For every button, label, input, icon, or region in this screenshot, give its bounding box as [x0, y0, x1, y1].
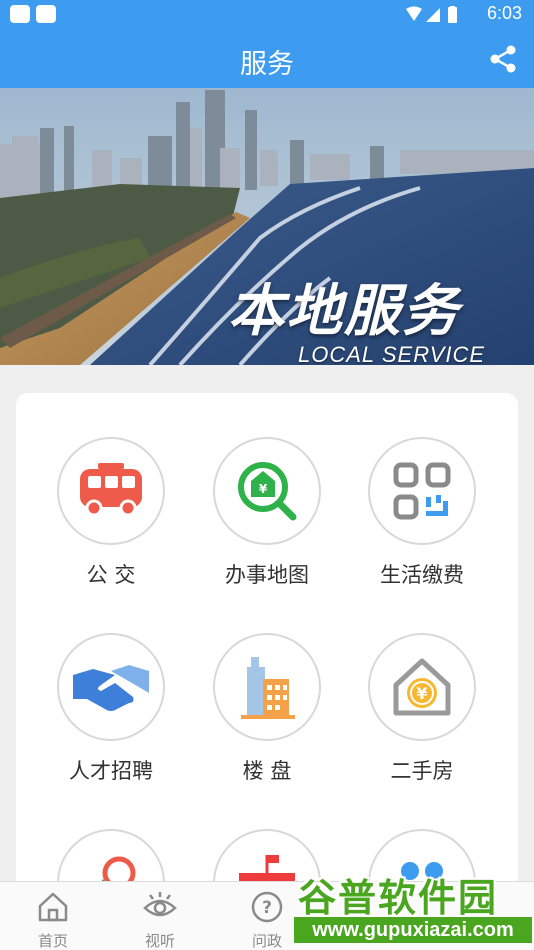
service-icon-circle	[57, 437, 165, 545]
nav-item-home[interactable]: 首页	[18, 890, 88, 950]
service-label: 二手房	[390, 759, 454, 783]
service-icon-circle: ¥	[368, 633, 476, 741]
wifi-icon	[406, 6, 422, 21]
service-second-hand-house[interactable]: ¥ 二手房	[347, 633, 497, 785]
nav-label: 视听	[144, 932, 175, 950]
status-bar: 6:03	[0, 0, 534, 30]
building-icon	[241, 657, 295, 719]
notification-icon	[36, 5, 56, 23]
service-label: 公 交	[86, 563, 136, 587]
signal-icon	[426, 8, 440, 22]
service-life-payment[interactable]: 生活缴费	[347, 437, 497, 589]
service-icon-circle	[57, 633, 165, 741]
clock: 6:03	[486, 3, 522, 23]
banner-subtitle: LOCAL SERVICE	[298, 342, 486, 365]
svg-text:¥: ¥	[259, 482, 268, 496]
battery-icon	[448, 7, 457, 23]
share-icon[interactable]	[488, 44, 518, 74]
service-label: 楼 盘	[242, 759, 292, 783]
watermark: 谷普软件园 www.gupuxiazai.com	[292, 867, 534, 947]
svg-text:?: ?	[262, 898, 272, 918]
eye-icon	[143, 892, 177, 917]
home-icon	[38, 892, 68, 922]
service-label: 办事地图	[225, 563, 309, 587]
service-icon-circle: ¥	[213, 437, 321, 545]
notification-icon	[10, 5, 30, 23]
service-office-map[interactable]: ¥ 办事地图	[192, 437, 342, 589]
map-search-icon: ¥	[238, 462, 297, 521]
svg-text:¥: ¥	[416, 684, 427, 703]
bus-icon	[80, 463, 142, 517]
system-status-icons	[406, 6, 457, 23]
service-label: 人才招聘	[69, 759, 153, 783]
service-talent-recruit[interactable]: 人才招聘	[36, 633, 186, 785]
watermark-title: 谷普软件园	[298, 876, 499, 920]
banner-title: 本地服务	[228, 278, 460, 344]
service-bus[interactable]: 公 交	[36, 437, 186, 589]
page-title: 服务	[240, 49, 294, 80]
handshake-icon	[73, 665, 149, 711]
question-icon: ?	[251, 891, 283, 923]
nav-item-audiovisual[interactable]: 视听	[125, 890, 195, 950]
service-icon-circle	[213, 633, 321, 741]
service-real-estate[interactable]: 楼 盘	[192, 633, 342, 785]
app-bar: 服务	[0, 30, 534, 88]
nav-label: 首页	[37, 932, 68, 950]
qr-payment-icon	[393, 462, 451, 520]
banner-image[interactable]: 本地服务 LOCAL SERVICE	[0, 88, 534, 365]
service-label: 生活缴费	[380, 563, 464, 587]
service-icon-circle	[368, 437, 476, 545]
house-coin-icon: ¥	[393, 658, 451, 716]
watermark-url: www.gupuxiazai.com	[294, 917, 532, 943]
